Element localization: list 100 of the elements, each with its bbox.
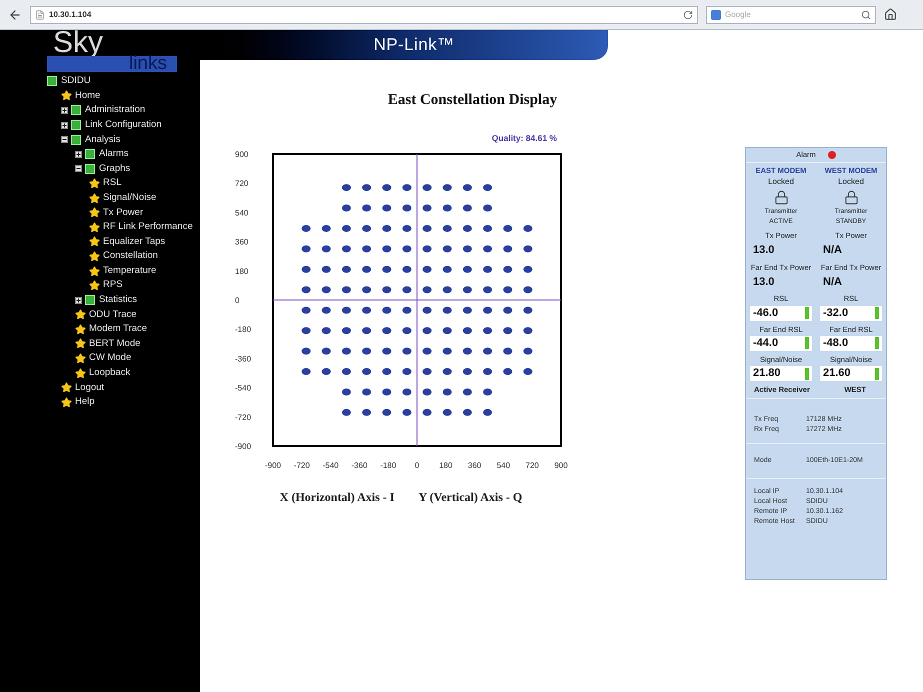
data-point [442, 184, 452, 192]
back-icon[interactable] [8, 8, 22, 22]
star-icon [89, 250, 100, 262]
data-point [342, 204, 351, 212]
nav-item[interactable]: Tx Power [103, 206, 144, 220]
star-icon [89, 207, 100, 218]
nav-item[interactable]: Statistics [99, 293, 138, 308]
tick-label: -540 [322, 461, 339, 470]
tick-label: -360 [235, 354, 252, 364]
nav-item[interactable]: Analysis [85, 132, 120, 147]
lock-icon [844, 190, 858, 206]
data-point [302, 368, 311, 376]
data-point [483, 409, 492, 416]
data-point [503, 306, 512, 314]
nav-item[interactable]: Temperature [103, 264, 156, 278]
meter-field: -44.0 [750, 336, 812, 351]
nav-item[interactable]: Home [75, 88, 100, 104]
nav-item[interactable]: Constellation [103, 249, 158, 264]
data-point [342, 409, 351, 416]
data-point [382, 184, 392, 192]
nav-item[interactable]: Logout [75, 380, 104, 395]
data-point [382, 368, 392, 376]
collapse-icon[interactable] [61, 136, 68, 144]
data-point [462, 306, 472, 314]
axis-caption: Y (Vertical) Axis - Q [418, 489, 522, 506]
nav-item[interactable]: Signal/Noise [103, 190, 156, 206]
data-point [503, 348, 512, 355]
tick-label: 180 [235, 267, 248, 276]
folder-icon [71, 120, 81, 130]
data-point [342, 266, 351, 274]
expand-icon[interactable] [75, 150, 82, 158]
expand-icon[interactable] [75, 296, 82, 304]
nav-item[interactable]: RF Link Performance [103, 220, 193, 234]
data-point [483, 246, 492, 253]
data-point [422, 368, 432, 376]
data-point [362, 286, 372, 294]
data-point [402, 306, 412, 314]
data-point [483, 327, 492, 334]
data-point [302, 286, 311, 294]
nav-item[interactable]: Link Configuration [85, 118, 162, 132]
home-icon[interactable] [884, 8, 897, 21]
collapse-icon[interactable] [75, 165, 82, 172]
nav-item[interactable]: BERT Mode [89, 336, 140, 352]
nav-item[interactable]: SDIDU [61, 74, 91, 88]
logo-text: Sky [53, 30, 104, 56]
data-point [442, 368, 452, 376]
tick-label: 540 [235, 208, 248, 218]
expand-icon[interactable] [61, 106, 68, 114]
tick-label: 0 [235, 296, 240, 306]
data-point [382, 388, 392, 396]
nav-item[interactable]: Graphs [99, 162, 130, 176]
data-point [442, 266, 452, 274]
tick-label: -720 [235, 413, 252, 422]
star-icon [75, 324, 86, 335]
tick-label: 360 [235, 238, 248, 247]
star-icon [75, 309, 86, 320]
reload-icon[interactable] [683, 10, 693, 20]
nav-item[interactable]: Help [75, 395, 95, 410]
data-point [462, 348, 472, 355]
meter-field: -46.0 [750, 306, 812, 320]
data-point [342, 286, 351, 294]
data-point [462, 246, 472, 253]
meter-field: 21.80 [750, 366, 812, 381]
nav-item[interactable]: Alarms [99, 147, 129, 162]
nav-item[interactable]: ODU Trace [89, 308, 137, 322]
nav-item[interactable]: CW Mode [89, 351, 132, 366]
data-point [302, 225, 311, 232]
nav-item[interactable]: RSL [103, 176, 122, 191]
nav-item[interactable]: Equalizer Taps [103, 234, 166, 249]
address-field[interactable]: 10.30.1.104 [30, 6, 698, 24]
star-icon [89, 266, 100, 277]
data-point [483, 388, 492, 396]
data-point [362, 306, 372, 314]
data-point [422, 266, 432, 274]
data-point [402, 246, 412, 253]
axis-caption: X (Horizontal) Axis - I [280, 489, 394, 506]
expand-icon[interactable] [61, 122, 68, 129]
nav-item[interactable]: Loopback [89, 366, 130, 380]
nav-item[interactable]: Administration [85, 103, 146, 118]
star-icon [89, 192, 100, 204]
nav-item[interactable]: RPS [103, 278, 123, 293]
data-point [322, 368, 331, 376]
data-point [422, 348, 432, 355]
data-point [362, 225, 372, 232]
search-icon[interactable] [861, 10, 871, 20]
data-point [342, 184, 351, 192]
header-bar: NP-Link™ [200, 30, 608, 60]
tick-label: 0 [414, 461, 420, 470]
data-point [483, 266, 492, 274]
data-point [503, 368, 512, 376]
data-point [422, 184, 432, 192]
nav-item[interactable]: Modem Trace [89, 322, 148, 337]
folder-icon [85, 295, 95, 306]
data-point [523, 348, 532, 355]
data-point [362, 388, 372, 396]
data-point [442, 348, 452, 355]
search-engine-icon[interactable] [711, 10, 721, 20]
meter-field: -32.0 [820, 306, 882, 320]
logo-banner: links [47, 56, 177, 72]
meter-field: 21.60 [820, 366, 882, 381]
